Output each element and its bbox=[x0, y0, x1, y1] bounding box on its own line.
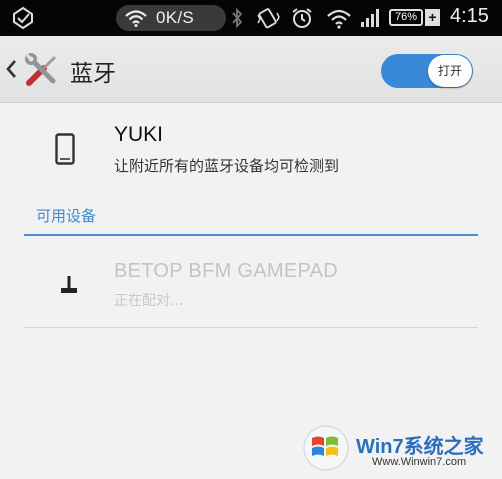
alarm-icon bbox=[292, 8, 312, 28]
list-divider bbox=[24, 327, 478, 328]
gamepad-icon bbox=[61, 276, 77, 293]
cell-signal-icon bbox=[361, 9, 379, 27]
wifi-icon bbox=[125, 10, 147, 27]
vibrate-icon bbox=[257, 8, 280, 29]
network-speed-pill: 0K/S bbox=[116, 5, 226, 31]
clock: 4:15 bbox=[450, 5, 489, 27]
status-bar: 0K/S 76% + 4:15 bbox=[0, 0, 502, 36]
this-device-row[interactable]: YUKI 让附近所有的蓝牙设备均可检测到 bbox=[0, 103, 502, 195]
back-chevron-icon[interactable] bbox=[4, 58, 18, 80]
page-title: 蓝牙 bbox=[70, 61, 116, 87]
watermark-url: Www.Winwin7.com bbox=[372, 456, 467, 468]
watermark-brand: Win7系统之家 bbox=[356, 436, 484, 458]
section-divider bbox=[24, 234, 478, 236]
charging-indicator: + bbox=[425, 9, 440, 26]
pairing-status: 正在配对... bbox=[114, 293, 184, 309]
paired-device-name: BETOP BFM GAMEPAD bbox=[114, 260, 339, 282]
windows-logo-icon bbox=[303, 425, 349, 471]
toggle-knob: 打开 bbox=[428, 55, 472, 87]
phone-icon bbox=[55, 133, 75, 165]
device-name: YUKI bbox=[114, 123, 164, 146]
bluetooth-icon bbox=[232, 7, 243, 29]
battery-icon: 76% bbox=[389, 9, 423, 26]
notification-icon bbox=[13, 6, 33, 30]
list-item[interactable]: BETOP BFM GAMEPAD 正在配对... bbox=[0, 238, 502, 328]
device-visibility-text: 让附近所有的蓝牙设备均可检测到 bbox=[114, 157, 340, 175]
action-bar: 蓝牙 打开 bbox=[0, 36, 502, 103]
available-devices-header: 可用设备 bbox=[36, 207, 97, 225]
settings-tools-icon[interactable] bbox=[22, 50, 62, 90]
wifi-signal-icon bbox=[327, 9, 351, 29]
bluetooth-toggle[interactable]: 打开 bbox=[381, 54, 473, 88]
network-speed: 0K/S bbox=[156, 8, 195, 27]
